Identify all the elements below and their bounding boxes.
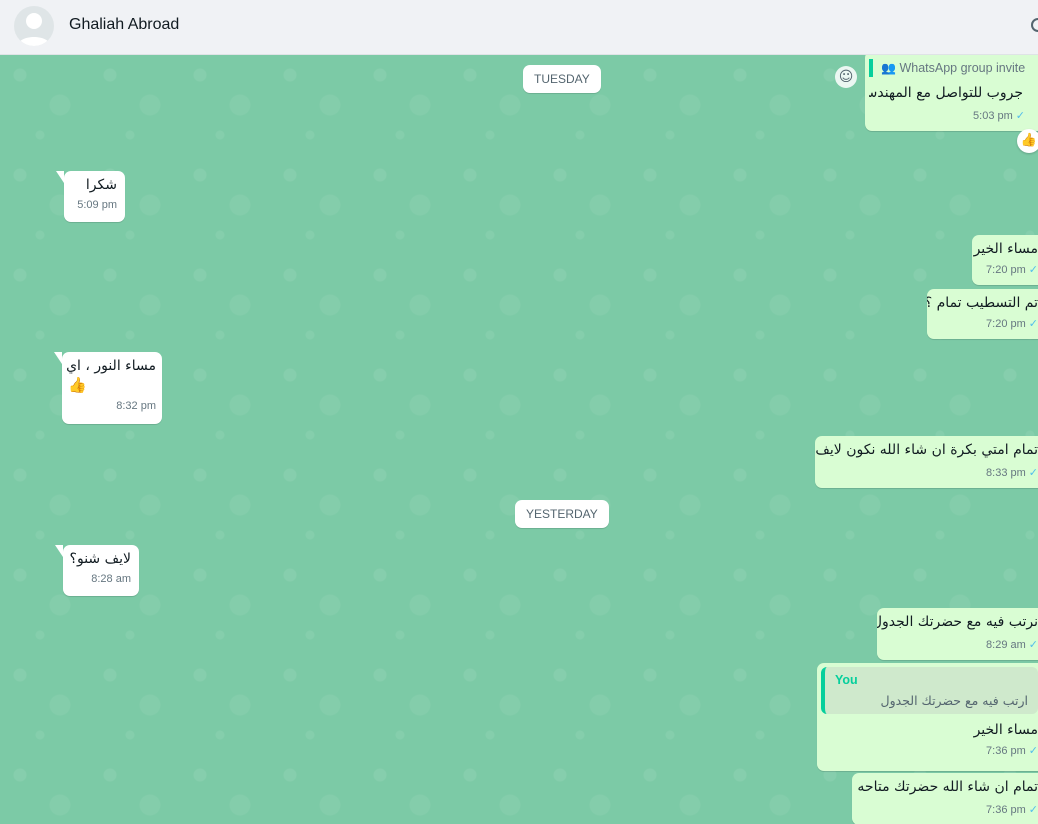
message-time: 7:20 pm [986,318,1026,330]
message-text: نرتب فيه مع حضرتك الجدول [877,614,1038,630]
message-outgoing[interactable]: You ارتب فيه مع حضرتك الجدول مساء الخير … [817,663,1038,771]
message-outgoing[interactable]: تمام امتي بكرة ان شاء الله نكون لايف ؟ 8… [815,436,1038,488]
double-check-icon: ✓ [1028,318,1038,330]
message-text: مساء الخير [973,241,1038,257]
message-text: مساء الخير [973,722,1038,738]
quoted-reply[interactable]: You ارتب فيه مع حضرتك الجدول [821,667,1038,714]
message-time: 8:33 pm [986,467,1026,479]
message-time: 5:03 pm [973,110,1013,122]
message-time: 7:36 pm [986,745,1026,757]
double-check-icon: ✓ [1028,639,1038,651]
message-text: مساء النور ، اي [66,358,156,374]
double-check-icon: ✓ [1028,264,1038,276]
double-check-icon: ✓ [1028,467,1038,479]
message-outgoing[interactable]: تمام ان شاء الله حضرتك متاحه ؟ 7:36 pm ✓ [852,773,1038,824]
message-time: 7:36 pm [986,804,1026,816]
message-text: تمام ان شاء الله حضرتك متاحه ؟ [852,779,1038,795]
message-time: 7:20 pm [986,264,1026,276]
message-outgoing[interactable]: 👥 WhatsApp group invite جروب للتواصل مع … [865,55,1038,131]
reply-author: You [835,673,858,687]
message-outgoing[interactable]: نرتب فيه مع حضرتك الجدول 8:29 am ✓ [877,608,1038,660]
message-outgoing[interactable]: مساء الخير 7:20 pm ✓ [972,235,1038,285]
invite-label: WhatsApp group invite [899,61,1026,75]
message-outgoing[interactable]: تم التسطيب تمام ؟ 7:20 pm ✓ [927,289,1038,339]
message-time: 8:29 am [986,639,1026,651]
message-time: 5:09 pm [77,199,117,211]
double-check-icon: ✓ [1015,110,1025,122]
avatar[interactable] [14,6,54,46]
message-incoming[interactable]: شكرا 5:09 pm [56,171,125,222]
reply-text: ارتب فيه مع حضرتك الجدول [880,693,1028,708]
double-check-icon: ✓ [1028,804,1038,816]
date-divider-tuesday: TUESDAY [523,65,601,93]
message-text: شكرا [85,177,117,193]
group-invite-preview[interactable]: 👥 WhatsApp group invite [869,59,1038,77]
message-text: تمام امتي بكرة ان شاء الله نكون لايف ؟ [815,442,1038,458]
contact-name[interactable]: Ghaliah Abroad [69,16,179,34]
message-text: تم التسطيب تمام ؟ [927,295,1038,311]
message-text: جروب للتواصل مع المهندس [869,85,1023,101]
message-incoming[interactable]: مساء النور ، اي 👍 8:32 pm [54,352,162,424]
message-text: لايف شنو؟ [69,551,131,567]
person-silhouette-icon [18,13,50,46]
message-time: 8:32 pm [116,400,156,412]
group-icon: 👥 [881,61,896,75]
chat-area[interactable]: TUESDAY ☺ 👥 WhatsApp group invite جروب ل… [0,55,1038,824]
chat-header: Ghaliah Abroad [0,0,1038,55]
message-incoming[interactable]: لايف شنو؟ 8:28 am [55,545,139,596]
double-check-icon: ✓ [1028,745,1038,757]
search-icon[interactable] [1028,16,1038,40]
date-divider-yesterday: YESTERDAY [515,500,609,528]
reaction-badge[interactable]: 👍 [1017,129,1038,153]
message-time: 8:28 am [91,573,131,585]
smiley-icon[interactable]: ☺ [835,66,857,88]
thumbs-up-emoji: 👍 [68,376,87,394]
